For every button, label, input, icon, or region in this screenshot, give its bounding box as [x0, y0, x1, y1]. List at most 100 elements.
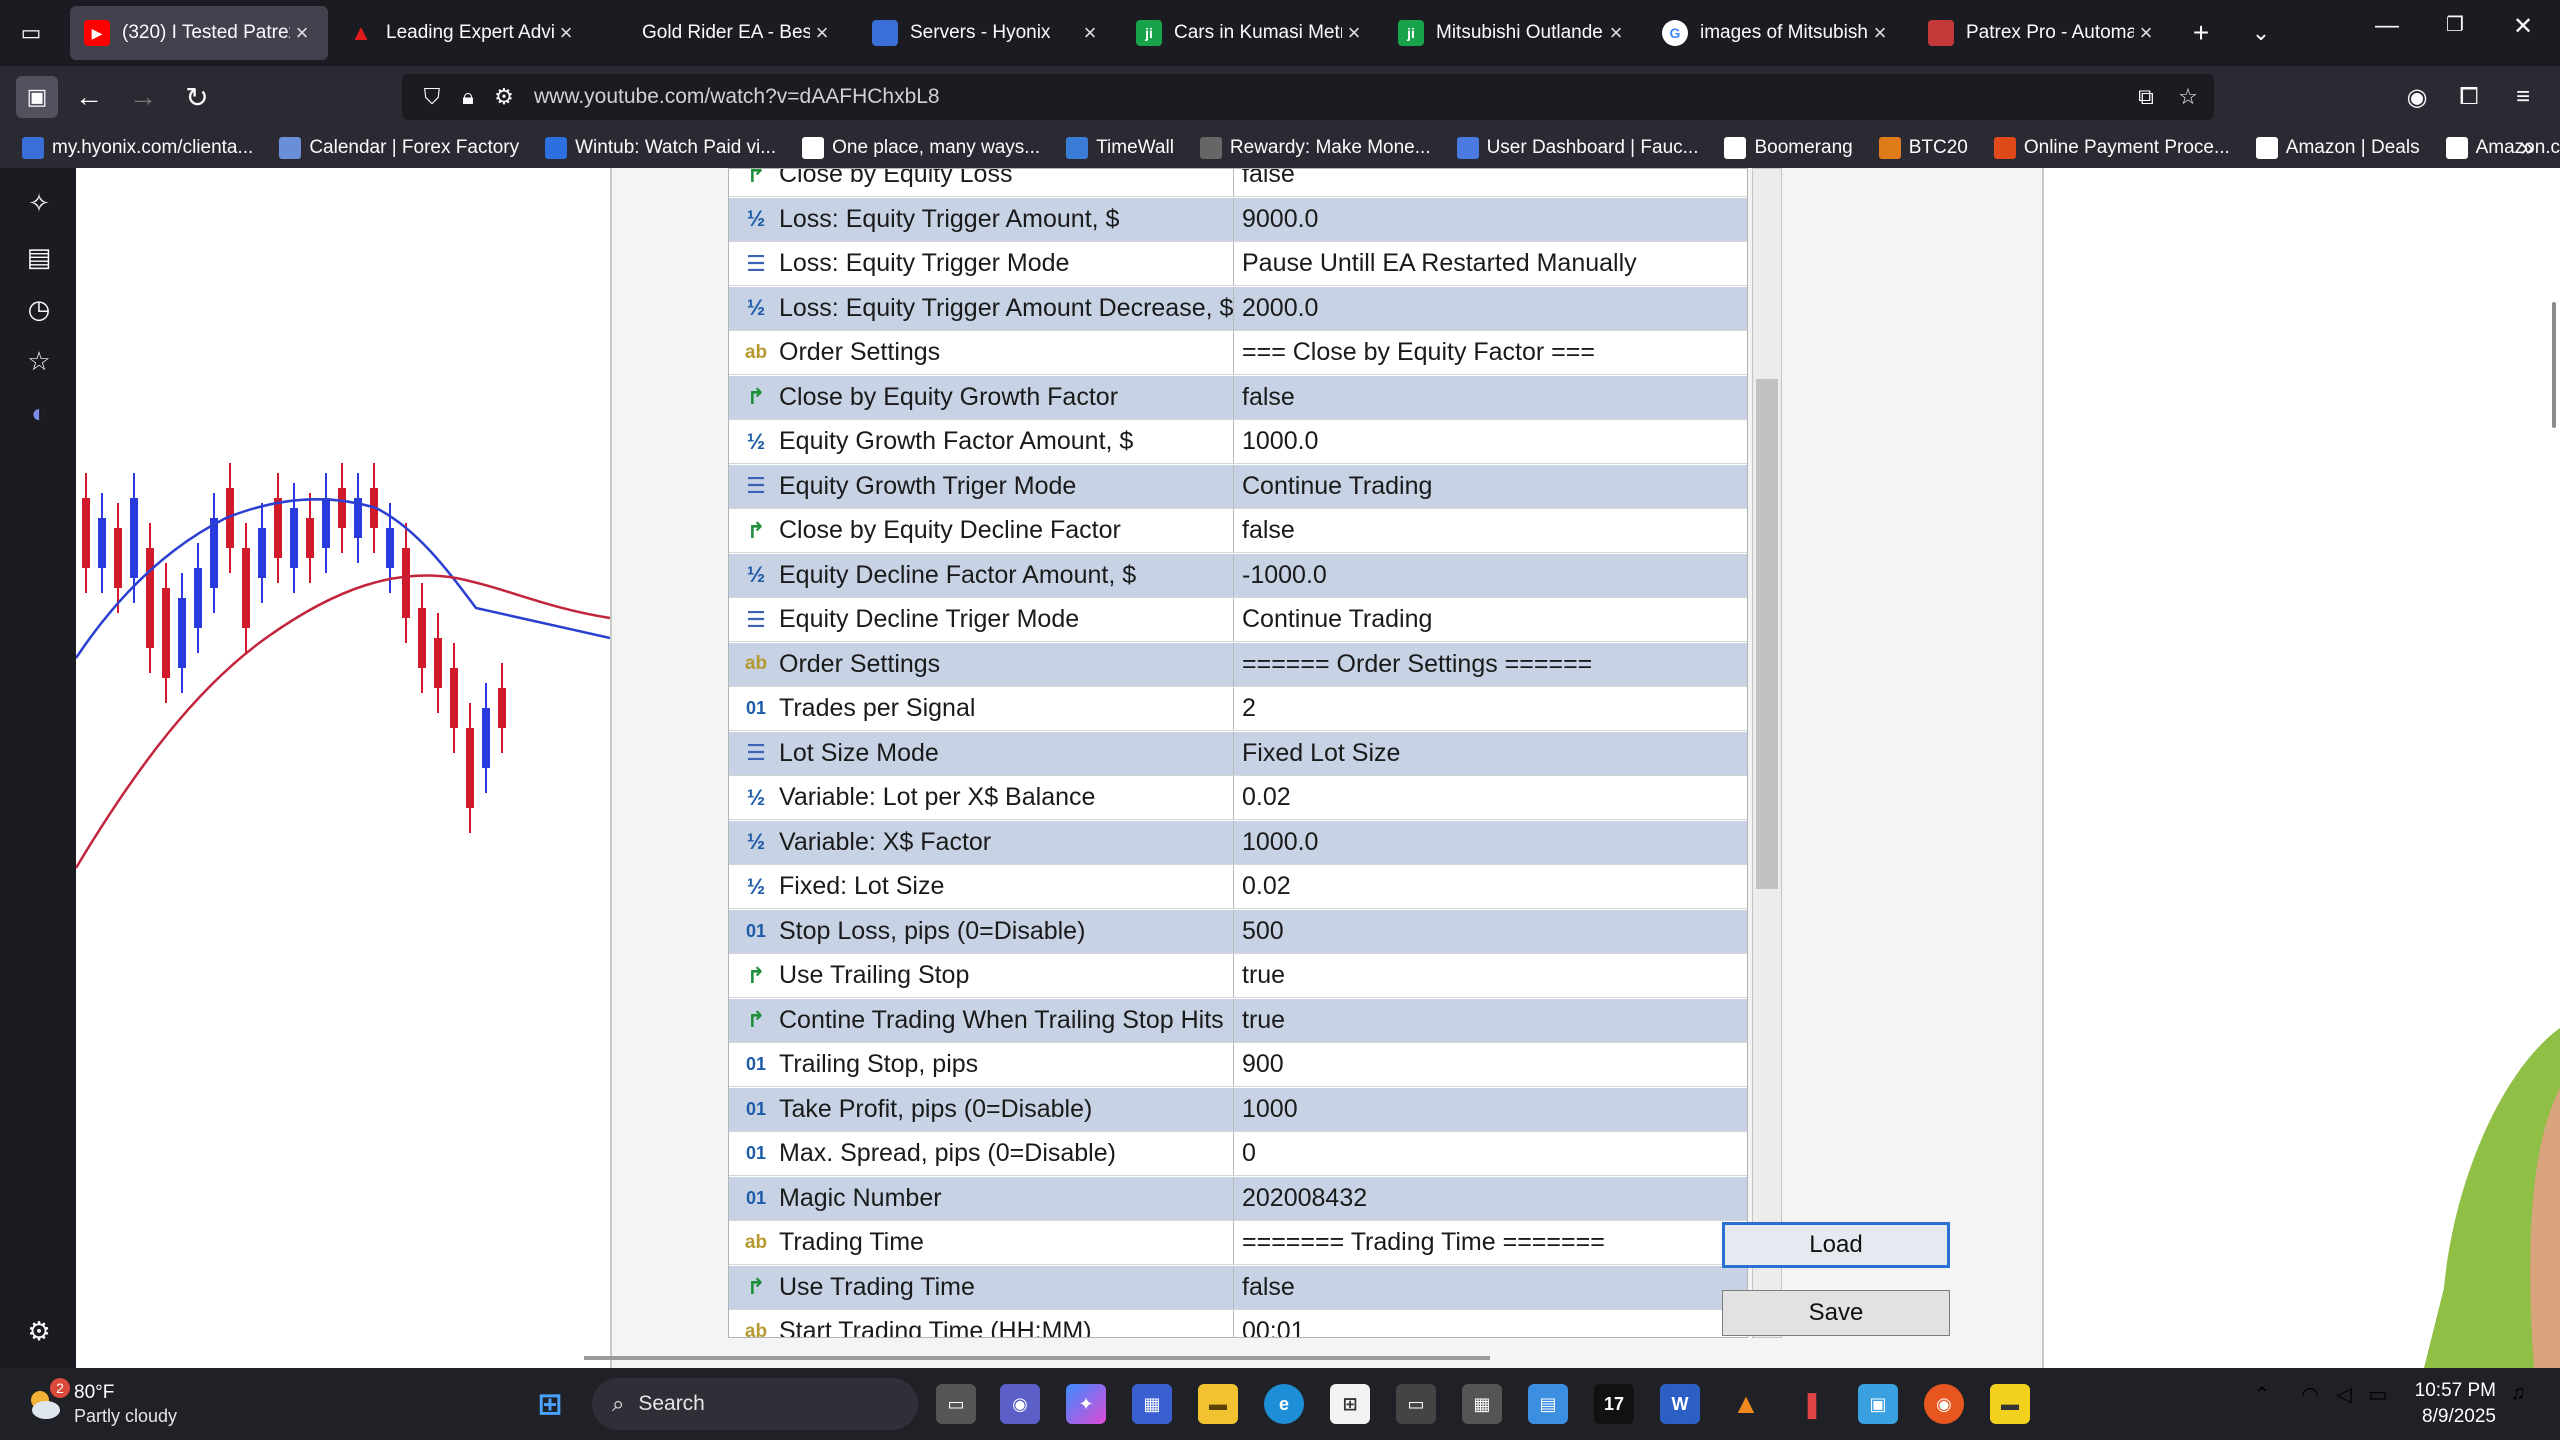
show-hidden-icons-chevron-icon[interactable]: ⌃: [2248, 1382, 2276, 1407]
parameter-value[interactable]: 500: [1233, 909, 1747, 953]
system-clock[interactable]: 10:57 PM 8/9/2025: [2415, 1378, 2496, 1430]
list-all-tabs-chevron-icon[interactable]: ⌄: [2240, 12, 2282, 54]
parameter-value[interactable]: 1000.0: [1233, 420, 1747, 463]
parameter-value[interactable]: 900: [1233, 1043, 1747, 1086]
sidebar-settings-gear-icon[interactable]: ⚙: [22, 1314, 56, 1348]
tab-list-icon[interactable]: ▭: [10, 12, 52, 54]
ms-store-icon[interactable]: ⊞: [1330, 1384, 1370, 1424]
parameter-value[interactable]: 2000.0: [1233, 286, 1747, 330]
account-icon[interactable]: ◉: [2396, 76, 2438, 118]
bookmark-item[interactable]: Rewardy: Make Mone...: [1199, 137, 1431, 159]
parameter-value[interactable]: true: [1233, 954, 1747, 997]
picture-in-picture-icon[interactable]: ⧉: [2130, 84, 2162, 110]
parameter-row[interactable]: ↱ Close by Equity Loss false: [729, 169, 1747, 197]
tracking-shield-icon[interactable]: ⛉: [416, 84, 448, 110]
parameter-value[interactable]: -1000.0: [1233, 553, 1747, 597]
scrollbar-thumb[interactable]: [1756, 379, 1778, 889]
parameter-value[interactable]: false: [1233, 1265, 1747, 1309]
parameter-value[interactable]: 202008432: [1233, 1176, 1747, 1220]
sidebar-toggle-icon[interactable]: ▣: [16, 76, 58, 118]
parameter-row[interactable]: ab Trading Time ======= Trading Time =====…: [729, 1221, 1747, 1265]
parameter-row[interactable]: ↱ Contine Trading When Trailing Stop Hits…: [729, 998, 1747, 1043]
parameter-row[interactable]: ☰ Equity Growth Triger Mode Continue Tradi…: [729, 464, 1747, 509]
firefox-icon[interactable]: ◉: [1924, 1384, 1964, 1424]
bookmarks-icon[interactable]: ☆: [22, 344, 56, 378]
parameter-row[interactable]: 01 Magic Number 202008432: [729, 1176, 1747, 1221]
browser-tab[interactable]: Gold Rider EA - Best Gold...×: [590, 6, 848, 60]
browser-tab[interactable]: ji Mitsubishi Outlander 2...×: [1384, 6, 1642, 60]
bookmark-item[interactable]: Boomerang: [1724, 137, 1853, 159]
parameter-value[interactable]: 9000.0: [1233, 197, 1747, 241]
tradingview-icon[interactable]: 17: [1594, 1384, 1634, 1424]
remote-desktop-icon[interactable]: ▣: [1858, 1384, 1898, 1424]
new-tab-button[interactable]: +: [2180, 12, 2222, 54]
tab-close-icon[interactable]: ×: [290, 20, 314, 46]
tab-close-icon[interactable]: ×: [1868, 20, 1892, 46]
parameter-value[interactable]: 0: [1233, 1132, 1747, 1175]
parameter-row[interactable]: ↱ Close by Equity Decline Factor false: [729, 509, 1747, 553]
volume-icon[interactable]: ◁: [2330, 1382, 2358, 1407]
close-window-button[interactable]: ✕: [2498, 12, 2548, 41]
tab-close-icon[interactable]: ×: [2134, 20, 2158, 46]
parameter-row[interactable]: ab Order Settings ====== Order Settings ==…: [729, 642, 1747, 687]
load-button[interactable]: Load: [1722, 1222, 1950, 1268]
tab-close-icon[interactable]: ×: [554, 20, 578, 46]
parameter-row[interactable]: ½ Equity Growth Factor Amount, $ 1000.0: [729, 420, 1747, 464]
extensions-icon[interactable]: ⧠: [2448, 76, 2490, 118]
forward-button[interactable]: →: [122, 76, 164, 118]
tab-close-icon[interactable]: ×: [1604, 20, 1628, 46]
video-content[interactable]: ↱ Close by Equity Loss false ½ Loss: Equity …: [76, 168, 2560, 1368]
bookmark-item[interactable]: TimeWall: [1066, 137, 1174, 159]
bookmark-item[interactable]: BTC20: [1878, 137, 1968, 159]
parameter-row[interactable]: ½ Loss: Equity Trigger Amount Decrease, $…: [729, 286, 1747, 331]
parameter-row[interactable]: 01 Take Profit, pips (0=Disable) 1000: [729, 1087, 1747, 1132]
weather-widget[interactable]: 2 80°F Partly cloudy: [24, 1378, 244, 1430]
parameter-row[interactable]: ☰ Equity Decline Triger Mode Continue Trad…: [729, 598, 1747, 642]
parameter-value[interactable]: 0.02: [1233, 776, 1747, 819]
browser-tab[interactable]: Patrex Pro - Automate...×: [1914, 6, 2172, 60]
parameter-value[interactable]: false: [1233, 509, 1747, 552]
parameter-value[interactable]: 1000.0: [1233, 820, 1747, 864]
parameter-row[interactable]: ab Start Trading Time (HH:MM) 00:01: [729, 1310, 1747, 1337]
bookmark-item[interactable]: Calendar | Forex Factory: [279, 137, 519, 159]
bookmark-item[interactable]: Wintub: Watch Paid vi...: [545, 137, 776, 159]
parameter-row[interactable]: ↱ Use Trading Time false: [729, 1265, 1747, 1310]
file-explorer-icon[interactable]: ▬: [1198, 1384, 1238, 1424]
bookmark-item[interactable]: my.hyonix.com/clienta...: [22, 137, 253, 159]
parameter-value[interactable]: Continue Trading: [1233, 598, 1747, 641]
bookmark-star-icon[interactable]: ☆: [2172, 84, 2204, 110]
store-people-icon[interactable]: ▦: [1132, 1384, 1172, 1424]
notepad-icon[interactable]: ▤: [1528, 1384, 1568, 1424]
calculator-icon[interactable]: ▦: [1462, 1384, 1502, 1424]
parameter-value[interactable]: 00:01: [1233, 1310, 1747, 1337]
start-windows-icon[interactable]: ⊞: [530, 1384, 570, 1424]
menu-icon[interactable]: ≡: [2502, 76, 2544, 118]
parameter-value[interactable]: ======= Trading Time =======: [1233, 1221, 1747, 1264]
restore-window-button[interactable]: ❐: [2430, 12, 2480, 37]
back-button[interactable]: ←: [68, 76, 110, 118]
parameter-row[interactable]: ½ Variable: X$ Factor 1000.0: [729, 820, 1747, 865]
pin-app-icon[interactable]: ❚: [1792, 1384, 1832, 1424]
parameter-row[interactable]: ½ Variable: Lot per X$ Balance 0.02: [729, 776, 1747, 820]
minimize-window-button[interactable]: —: [2362, 12, 2412, 40]
bookmark-item[interactable]: User Dashboard | Fauc...: [1456, 137, 1698, 159]
address-bar[interactable]: ⛉ 🔒︎ ⚙ www.youtube.com/watch?v=dAAFHChxb…: [402, 74, 2214, 120]
task-view-icon[interactable]: ▭: [936, 1384, 976, 1424]
parameter-row[interactable]: ab Order Settings === Close by Equity Fact…: [729, 331, 1747, 375]
parameter-row[interactable]: ↱ Close by Equity Growth Factor false: [729, 375, 1747, 420]
synced-tabs-icon[interactable]: ▤: [22, 240, 56, 274]
notification-bell-icon[interactable]: ♫: [2504, 1382, 2532, 1405]
word-icon[interactable]: W: [1660, 1384, 1700, 1424]
app-window-icon[interactable]: ▭: [1396, 1384, 1436, 1424]
parameter-row[interactable]: ↱ Use Trailing Stop true: [729, 954, 1747, 998]
parameter-value[interactable]: false: [1233, 169, 1747, 196]
permissions-icon[interactable]: ⚙: [488, 84, 520, 110]
copilot-icon[interactable]: ✦: [1066, 1384, 1106, 1424]
bookmark-item[interactable]: One place, many ways...: [802, 137, 1040, 159]
ai-chatbot-icon[interactable]: ✧: [22, 186, 56, 220]
battery-icon[interactable]: ▭: [2364, 1382, 2392, 1407]
tab-close-icon[interactable]: ×: [810, 20, 834, 46]
more-bookmarks-chevron-icon[interactable]: »: [2506, 128, 2548, 168]
save-button[interactable]: Save: [1722, 1290, 1950, 1336]
parameters-scrollbar[interactable]: ⌄: [1752, 168, 1782, 1338]
